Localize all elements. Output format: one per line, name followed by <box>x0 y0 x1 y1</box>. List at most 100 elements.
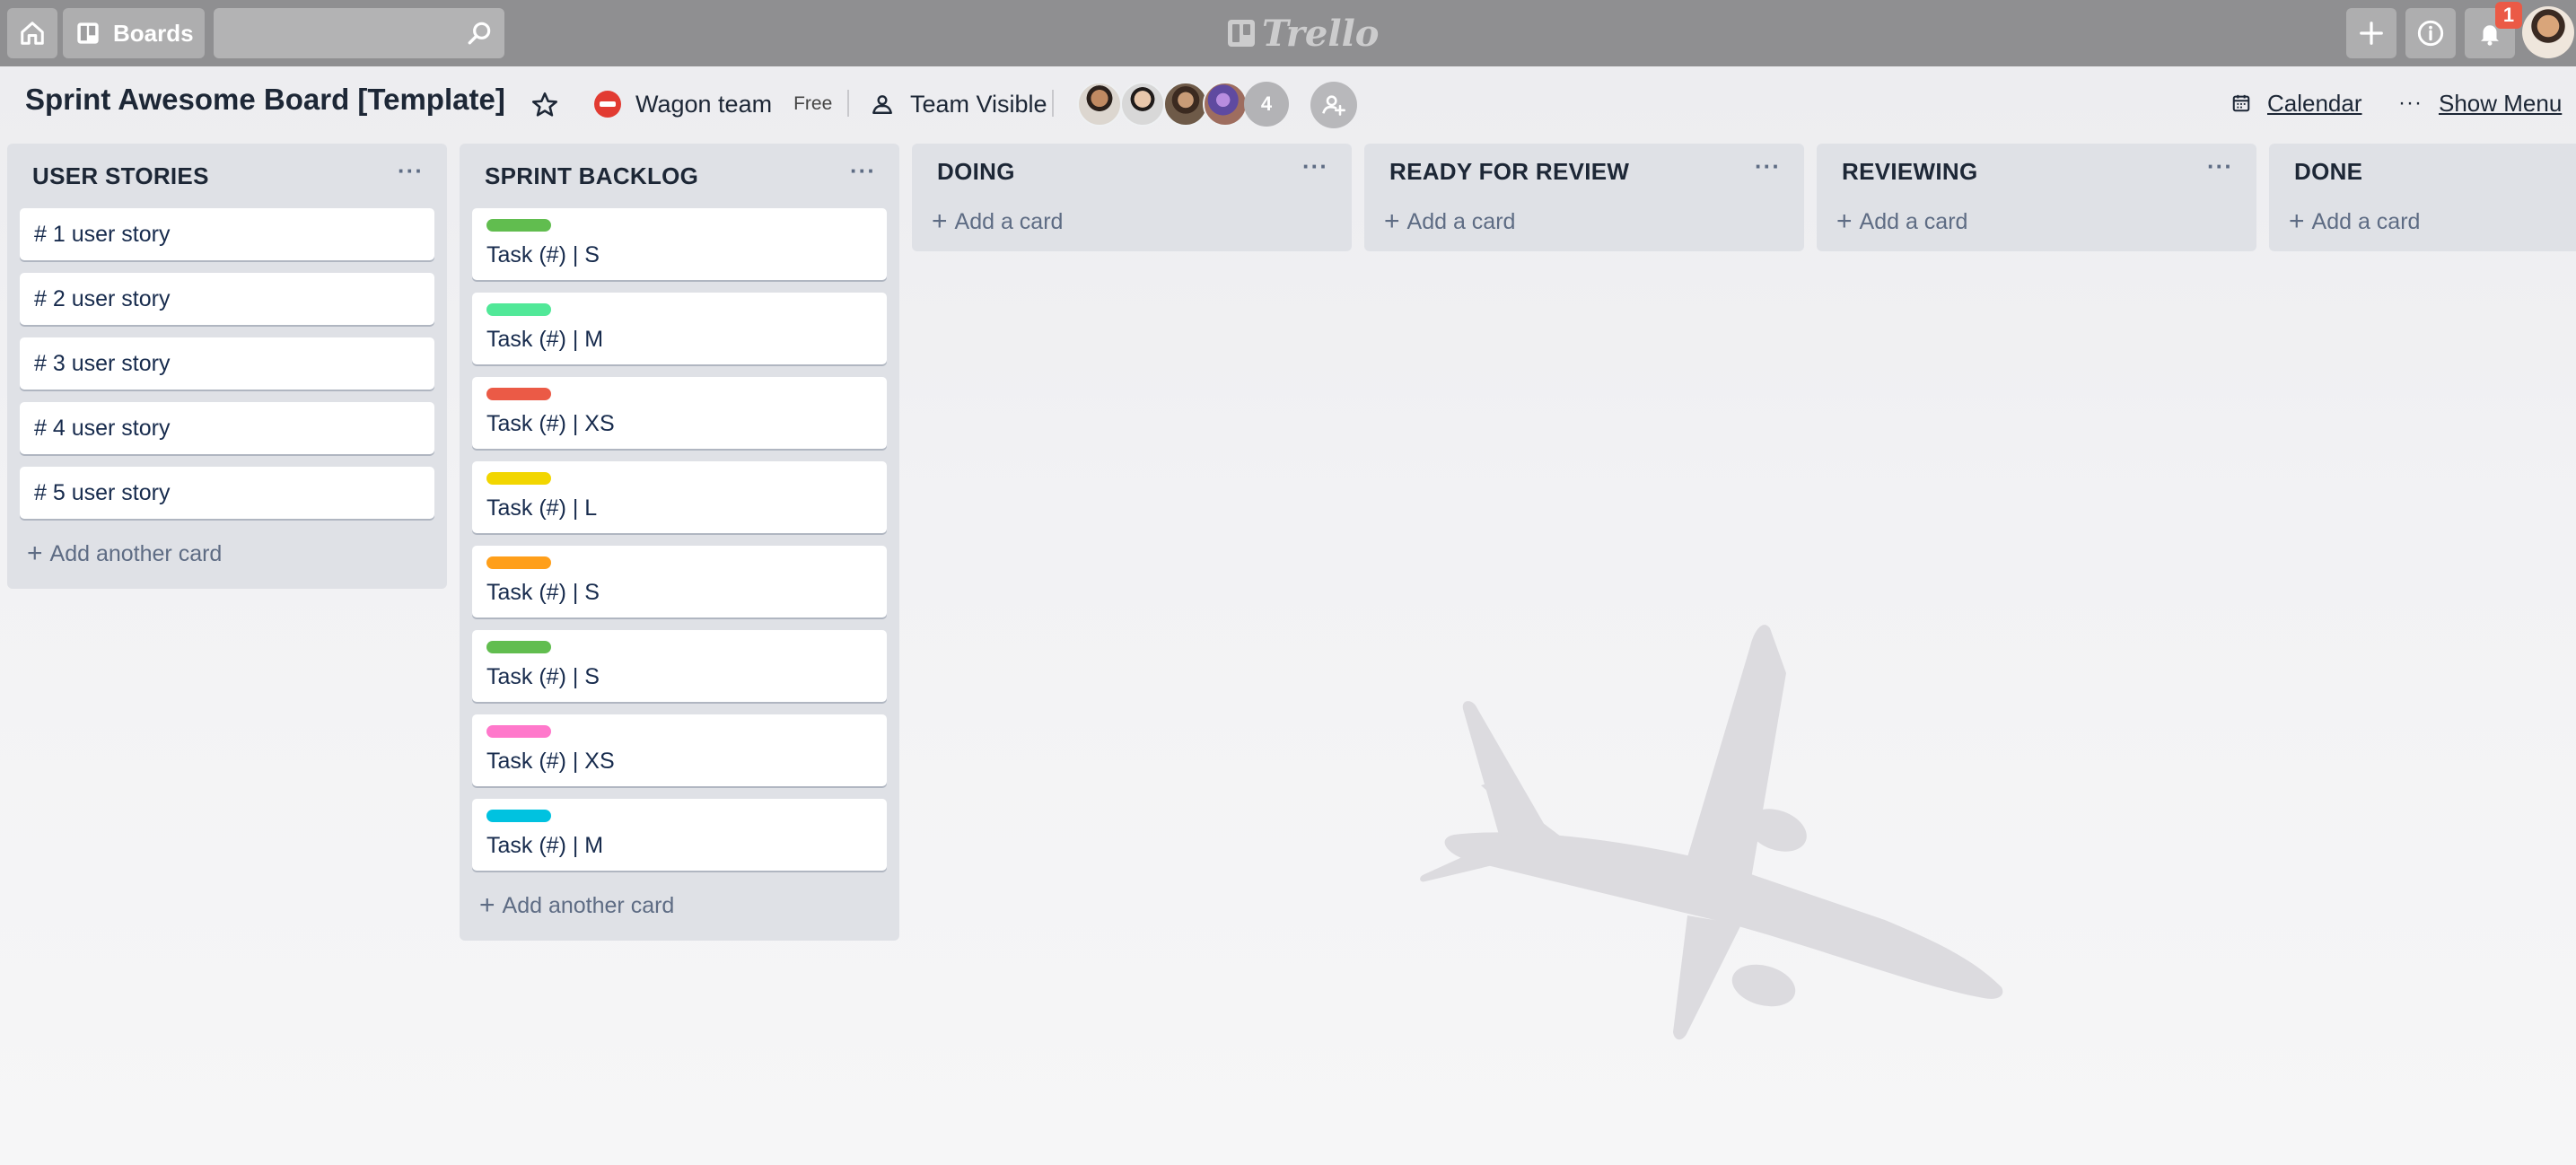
member-avatar[interactable] <box>1203 82 1248 127</box>
add-card-label: Add a card <box>2311 208 2421 234</box>
card-title: Task (#) | S <box>486 664 600 689</box>
invite-member-button[interactable] <box>1310 82 1357 128</box>
user-avatar[interactable] <box>2522 6 2574 58</box>
board-title[interactable]: Sprint Awesome Board [Template] <box>25 83 505 117</box>
card-title: # 5 user story <box>34 479 171 505</box>
add-card-label: Add a card <box>1406 208 1516 234</box>
home-icon <box>21 22 44 45</box>
create-button[interactable] <box>2346 8 2396 58</box>
extra-members-count[interactable]: 4 <box>1244 82 1289 127</box>
list-menu-icon[interactable]: ··· <box>850 159 876 182</box>
list-reviewing: REVIEWING ··· + Add a card <box>1817 144 2256 251</box>
plus-icon: + <box>1836 206 1853 236</box>
search-bar[interactable] <box>214 8 504 58</box>
list-header[interactable]: DOING ··· <box>924 144 1339 199</box>
team-visibility-icon <box>872 95 892 114</box>
add-card-button[interactable]: + Add a card <box>924 199 1339 244</box>
list-doing: DOING ··· + Add a card <box>912 144 1352 251</box>
card-title: Task (#) | M <box>486 327 604 352</box>
list-header[interactable]: REVIEWING ··· <box>1829 144 2244 199</box>
list-done: DONE + Add a card <box>2269 144 2576 251</box>
card[interactable]: Task (#) | S <box>472 546 887 618</box>
card[interactable]: # 4 user story <box>20 402 434 454</box>
calendar-power-up-button[interactable]: Calendar <box>2231 87 2362 119</box>
card[interactable]: Task (#) | M <box>472 293 887 364</box>
search-input[interactable] <box>214 8 504 58</box>
list-title[interactable]: SPRINT BACKLOG <box>485 162 698 190</box>
trello-logo[interactable]: Trello <box>1228 12 1380 55</box>
star-icon[interactable] <box>530 90 560 120</box>
card-label <box>486 472 551 485</box>
list-user-stories: USER STORIES ··· # 1 user story # 2 user… <box>7 144 447 589</box>
plus-icon: + <box>27 539 43 568</box>
add-card-button[interactable]: + Add a card <box>2282 199 2563 244</box>
card[interactable]: # 1 user story <box>20 208 434 260</box>
boards-button[interactable]: Boards <box>63 8 205 58</box>
add-card-label: Add another card <box>502 892 675 918</box>
team-plan-badge: Free <box>793 93 833 114</box>
list-title[interactable]: DOING <box>937 158 1015 186</box>
card[interactable]: Task (#) | XS <box>472 377 887 449</box>
list-header[interactable]: USER STORIES ··· <box>20 144 434 208</box>
team-button[interactable]: Wagon team Free <box>594 86 832 122</box>
member-avatar[interactable] <box>1077 82 1122 127</box>
list-header[interactable]: READY FOR REVIEW ··· <box>1377 144 1792 199</box>
plus-icon: + <box>1384 206 1400 236</box>
list-title[interactable]: USER STORIES <box>32 162 209 190</box>
top-navbar: Boards Trello 1 <box>0 0 2576 66</box>
card[interactable]: # 2 user story <box>20 273 434 325</box>
info-icon <box>2417 20 2444 47</box>
member-avatar[interactable] <box>1120 82 1165 127</box>
list-title[interactable]: REVIEWING <box>1842 158 1978 186</box>
card-title: # 2 user story <box>34 285 171 311</box>
add-card-label: Add another card <box>49 540 223 566</box>
card[interactable]: Task (#) | L <box>472 461 887 533</box>
card-label <box>486 641 551 653</box>
plus-icon: + <box>2289 206 2305 236</box>
add-card-button[interactable]: + Add another card <box>20 531 434 576</box>
member-avatar[interactable] <box>1163 82 1208 127</box>
list-sprint-backlog: SPRINT BACKLOG ··· Task (#) | S Task (#)… <box>460 144 899 941</box>
calendar-icon <box>2232 94 2250 112</box>
card-label <box>486 303 551 316</box>
list-menu-icon[interactable]: ··· <box>398 159 424 182</box>
team-name: Wagon team <box>635 90 773 118</box>
list-title[interactable]: READY FOR REVIEW <box>1389 158 1629 186</box>
more-icon: ··· <box>2398 91 2423 115</box>
plus-icon <box>2360 22 2383 45</box>
card-title: Task (#) | XS <box>486 749 615 774</box>
trello-logo-icon <box>1228 20 1255 47</box>
list-menu-icon[interactable]: ··· <box>1302 154 1328 178</box>
list-menu-icon[interactable]: ··· <box>1755 154 1781 178</box>
list-header[interactable]: DONE <box>2282 144 2563 199</box>
list-menu-icon[interactable]: ··· <box>2207 154 2233 178</box>
card-label <box>486 219 551 232</box>
add-card-button[interactable]: + Add another card <box>472 883 887 928</box>
list-header[interactable]: SPRINT BACKLOG ··· <box>472 144 887 208</box>
card-title: Task (#) | S <box>486 242 600 267</box>
header-divider <box>1052 90 1054 117</box>
list-title[interactable]: DONE <box>2294 158 2362 186</box>
header-divider <box>847 90 849 117</box>
add-card-button[interactable]: + Add a card <box>1829 199 2244 244</box>
card[interactable]: Task (#) | S <box>472 630 887 702</box>
card[interactable]: # 3 user story <box>20 337 434 390</box>
card-title: # 4 user story <box>34 415 171 441</box>
plus-icon: + <box>932 206 948 236</box>
card-title: # 3 user story <box>34 350 171 376</box>
info-button[interactable] <box>2405 8 2456 58</box>
card[interactable]: # 5 user story <box>20 467 434 519</box>
list-ready-for-review: READY FOR REVIEW ··· + Add a card <box>1364 144 1804 251</box>
trello-logo-text: Trello <box>1262 12 1380 55</box>
card-title: Task (#) | L <box>486 495 598 521</box>
show-menu-button[interactable]: ··· Show Menu <box>2398 87 2562 119</box>
visibility-button[interactable]: Team Visible <box>871 86 1047 122</box>
add-card-button[interactable]: + Add a card <box>1377 199 1792 244</box>
notification-count-badge: 1 <box>2495 2 2522 29</box>
home-button[interactable] <box>7 8 57 58</box>
card-label <box>486 810 551 822</box>
card[interactable]: Task (#) | S <box>472 208 887 280</box>
card[interactable]: Task (#) | XS <box>472 714 887 786</box>
card[interactable]: Task (#) | M <box>472 799 887 871</box>
search-icon[interactable] <box>465 19 494 48</box>
